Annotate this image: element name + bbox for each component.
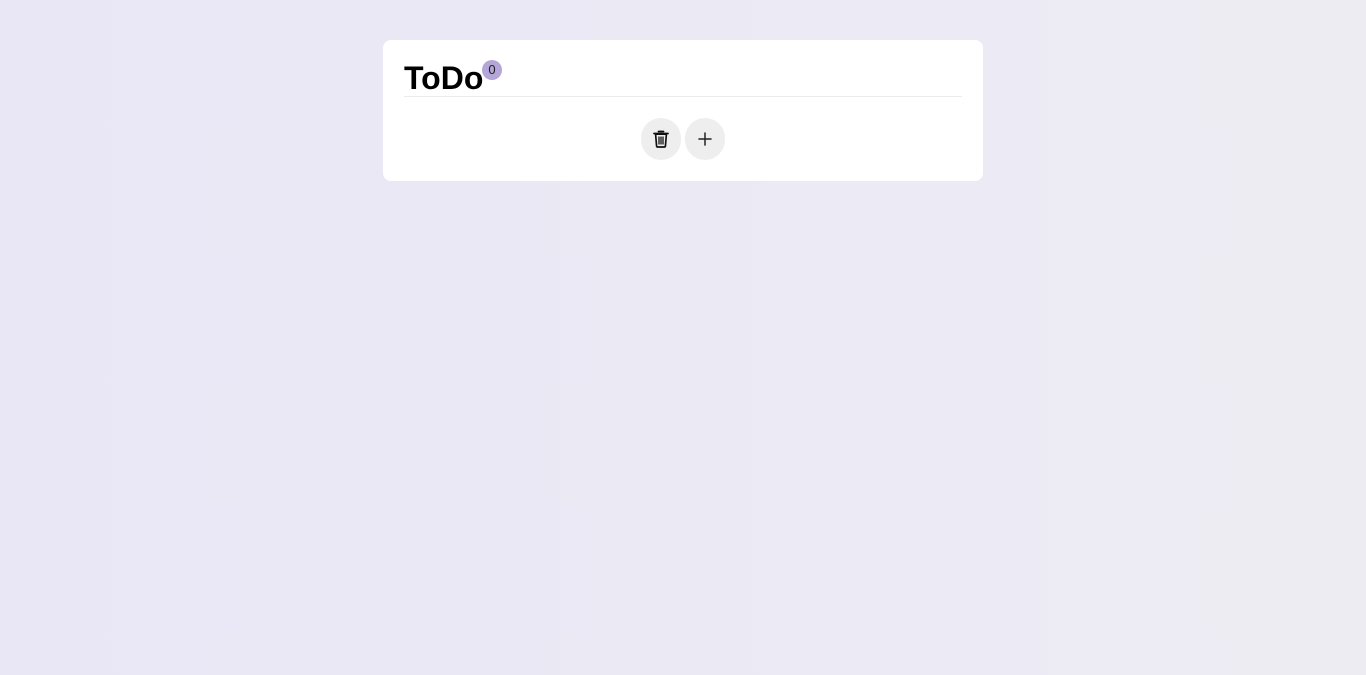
trash-icon — [653, 130, 669, 148]
action-bar — [383, 118, 983, 160]
page-title: ToDo — [404, 60, 484, 96]
todo-count-badge: 0 — [482, 60, 502, 80]
app-background: ToDo 0 — [0, 0, 1366, 675]
card-header: ToDo 0 — [404, 40, 962, 97]
add-button[interactable] — [685, 118, 725, 160]
plus-icon — [698, 132, 712, 146]
delete-button[interactable] — [641, 118, 681, 160]
todo-card: ToDo 0 — [383, 40, 983, 181]
